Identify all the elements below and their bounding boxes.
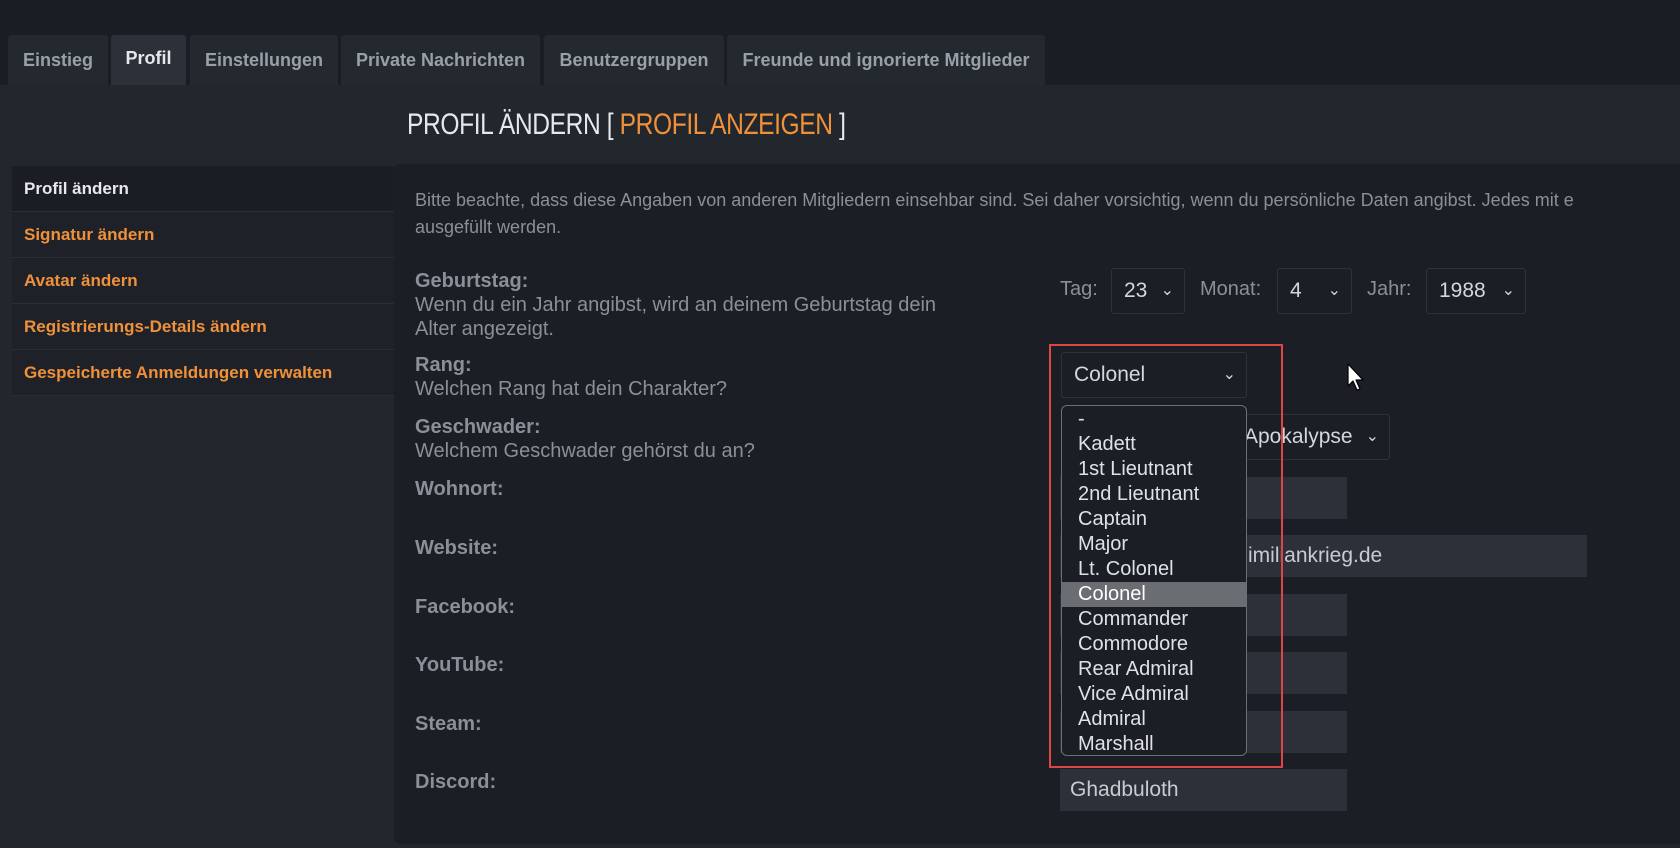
year-label: Jahr: xyxy=(1367,278,1412,300)
rank-option[interactable]: 1st Lieutnant xyxy=(1062,457,1246,482)
intro-line-1: Bitte beachte, dass diese Angaben von an… xyxy=(415,190,1574,210)
website-label: Website: xyxy=(415,537,498,559)
birthday-desc-1: Wenn du ein Jahr angibst, wird an deinem… xyxy=(415,294,937,316)
rank-option[interactable]: Vice Admiral xyxy=(1062,682,1246,707)
rank-option[interactable]: Major xyxy=(1062,532,1246,557)
rank-option[interactable]: Admiral xyxy=(1062,707,1246,732)
year-value: 1988 xyxy=(1439,279,1486,302)
website-value: imiliankrieg.de xyxy=(1248,544,1383,567)
chevron-down-icon: ⌄ xyxy=(1222,366,1236,383)
birthday-label: Geburtstag: xyxy=(415,270,529,292)
rank-label: Rang: xyxy=(415,354,472,376)
sidebar-item-anmeldungen[interactable]: Gespeicherte Anmeldungen verwalten xyxy=(12,350,394,396)
content-panel xyxy=(394,164,1680,844)
chevron-down-icon: ⌄ xyxy=(1160,282,1174,299)
rank-dropdown-list[interactable]: - Kadett 1st Lieutnant 2nd Lieutnant Cap… xyxy=(1061,405,1247,756)
intro-text: Bitte beachte, dass diese Angaben von an… xyxy=(415,187,1680,241)
discord-label: Discord: xyxy=(415,771,497,793)
sidebar: Profil ändern Signatur ändern Avatar änd… xyxy=(12,166,394,396)
chevron-down-icon: ⌄ xyxy=(1327,282,1341,299)
month-select[interactable]: 4 ⌄ xyxy=(1277,268,1352,314)
page-title-main: PROFIL ÄNDERN xyxy=(407,108,601,141)
day-value: 23 xyxy=(1124,279,1148,302)
tab-benutzergruppen[interactable]: Benutzergruppen xyxy=(544,35,724,85)
rank-option[interactable]: - xyxy=(1062,407,1246,432)
discord-value: Ghadbuloth xyxy=(1070,778,1179,801)
rank-option[interactable]: Kadett xyxy=(1062,432,1246,457)
rank-option[interactable]: Marshall xyxy=(1062,732,1246,755)
tab-einstieg[interactable]: Einstieg xyxy=(8,35,108,85)
rank-desc: Welchen Rang hat dein Charakter? xyxy=(415,378,728,400)
squadron-desc: Welchem Geschwader gehörst du an? xyxy=(415,440,755,462)
rank-select[interactable]: Colonel ⌄ xyxy=(1061,352,1247,398)
sidebar-item-registrierung[interactable]: Registrierungs-Details ändern xyxy=(12,304,394,350)
rank-option-selected[interactable]: Colonel xyxy=(1062,582,1246,607)
year-select[interactable]: 1988 ⌄ xyxy=(1426,268,1526,314)
rank-option[interactable]: Lt. Colonel xyxy=(1062,557,1246,582)
steam-label: Steam: xyxy=(415,713,482,735)
sidebar-item-signatur[interactable]: Signatur ändern xyxy=(12,212,394,258)
tab-private-nachrichten[interactable]: Private Nachrichten xyxy=(341,35,540,85)
rank-value: Colonel xyxy=(1074,363,1146,386)
wohnort-label: Wohnort: xyxy=(415,478,504,500)
title-open-bracket: [ xyxy=(606,108,614,141)
squadron-value: Apokalypse xyxy=(1244,425,1353,448)
tab-profil[interactable]: Profil xyxy=(111,35,186,85)
birthday-desc-2: Alter angezeigt. xyxy=(415,318,554,340)
view-profile-link[interactable]: PROFIL ANZEIGEN xyxy=(620,108,833,141)
youtube-label: YouTube: xyxy=(415,654,505,676)
chevron-down-icon: ⌄ xyxy=(1501,282,1515,299)
tab-freunde[interactable]: Freunde und ignorierte Mitglieder xyxy=(727,35,1045,85)
rank-option[interactable]: Rear Admiral xyxy=(1062,657,1246,682)
month-label: Monat: xyxy=(1200,278,1262,300)
intro-line-2: ausgefüllt werden. xyxy=(415,217,562,237)
tab-einstellungen[interactable]: Einstellungen xyxy=(190,35,338,85)
day-select[interactable]: 23 ⌄ xyxy=(1111,268,1185,314)
discord-input[interactable]: Ghadbuloth xyxy=(1060,769,1347,811)
rank-option[interactable]: Commander xyxy=(1062,607,1246,632)
tab-bar: Einstieg Profil Einstellungen Private Na… xyxy=(0,0,1680,85)
rank-option[interactable]: Captain xyxy=(1062,507,1246,532)
sidebar-item-avatar[interactable]: Avatar ändern xyxy=(12,258,394,304)
title-close-bracket: ] xyxy=(839,108,846,141)
day-label: Tag: xyxy=(1060,278,1098,300)
mouse-cursor-icon xyxy=(1347,363,1364,391)
rank-option[interactable]: Commodore xyxy=(1062,632,1246,657)
rank-option[interactable]: 2nd Lieutnant xyxy=(1062,482,1246,507)
squadron-select[interactable]: Apokalypse ⌄ xyxy=(1230,414,1390,460)
squadron-label: Geschwader: xyxy=(415,416,541,438)
sidebar-item-profil-aendern[interactable]: Profil ändern xyxy=(12,166,394,212)
page-title: PROFIL ÄNDERN [ PROFIL ANZEIGEN ] xyxy=(407,108,846,142)
facebook-label: Facebook: xyxy=(415,596,516,618)
chevron-down-icon: ⌄ xyxy=(1365,428,1379,445)
month-value: 4 xyxy=(1290,279,1302,302)
